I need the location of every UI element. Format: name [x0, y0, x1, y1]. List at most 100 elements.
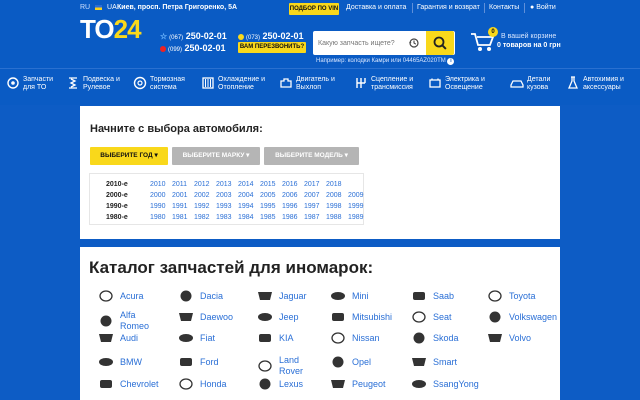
brand-seat[interactable]: Seat — [410, 310, 452, 324]
brand-jaguar[interactable]: Jaguar — [256, 289, 307, 303]
year-option[interactable]: 1982 — [194, 214, 210, 221]
brand-volkswagen[interactable]: Volkswagen — [486, 310, 557, 324]
ssangyong-logo-icon — [412, 380, 426, 388]
brand-jeep[interactable]: Jeep — [256, 310, 299, 324]
year-option[interactable]: 2013 — [216, 181, 232, 188]
year-option[interactable]: 1993 — [216, 203, 232, 210]
year-option[interactable]: 1983 — [216, 214, 232, 221]
brand-saab[interactable]: Saab — [410, 289, 454, 303]
brand-name: Opel — [352, 356, 372, 367]
brand-alfa-romeo[interactable]: Alfa Romeo — [97, 310, 149, 332]
year-option[interactable]: 1996 — [282, 203, 298, 210]
year-option[interactable]: 2004 — [238, 192, 254, 199]
site-logo[interactable]: TO24 — [80, 16, 142, 42]
year-option[interactable]: 2011 — [172, 181, 187, 188]
year-option[interactable]: 2012 — [194, 181, 210, 188]
brand-nissan[interactable]: Nissan — [329, 331, 380, 345]
brand-smart[interactable]: Smart — [410, 355, 457, 369]
brand-peugeot[interactable]: Peugeot — [329, 377, 386, 391]
year-option[interactable]: 1985 — [260, 214, 276, 221]
year-option[interactable]: 1988 — [326, 214, 342, 221]
phone-vodafone[interactable]: (099) 250-02-01 — [160, 43, 226, 53]
brand-mini[interactable]: Mini — [329, 289, 369, 303]
year-option[interactable]: 2005 — [260, 192, 276, 199]
brake-disc-icon — [133, 76, 147, 90]
brand-opel[interactable]: Opel — [329, 355, 371, 369]
brand-volvo[interactable]: Volvo — [486, 331, 531, 345]
year-option[interactable]: 1984 — [238, 214, 254, 221]
nav-item-cooling[interactable]: Охлаждение и Отопление — [201, 76, 265, 92]
year-option[interactable]: 2015 — [260, 181, 276, 188]
nav-item-engine[interactable]: Двигатель и Выхлоп — [279, 76, 335, 92]
cart-summary[interactable]: 0 товаров на 0 грн — [497, 42, 561, 49]
year-option[interactable]: 1995 — [260, 203, 276, 210]
year-option[interactable]: 2017 — [304, 181, 320, 188]
year-option[interactable]: 1989 — [348, 214, 364, 221]
year-option[interactable]: 2009 — [348, 192, 364, 199]
brand-honda[interactable]: Honda — [177, 377, 227, 391]
brand-mitsubishi[interactable]: Mitsubishi — [329, 310, 392, 324]
year-option[interactable]: 2003 — [216, 192, 232, 199]
nav-item-brakes[interactable]: Тормозная система — [133, 76, 185, 92]
transmission-icon — [356, 78, 366, 88]
year-option[interactable]: 1986 — [282, 214, 298, 221]
year-option[interactable]: 2014 — [238, 181, 254, 188]
nav-item-suspension[interactable]: Подвеска и Рулевое — [66, 76, 120, 92]
brand-chevrolet[interactable]: Chevrolet — [97, 377, 159, 391]
year-option[interactable]: 2007 — [304, 192, 320, 199]
lang-ru[interactable]: RU — [80, 4, 90, 11]
year-option[interactable]: 1991 — [172, 203, 188, 210]
lang-ua[interactable]: UA — [107, 4, 117, 11]
phone-lifecell[interactable]: (073) 250-02-01 — [238, 31, 304, 41]
year-option[interactable]: 1998 — [326, 203, 342, 210]
brand-ssangyong[interactable]: SsangYong — [410, 377, 479, 391]
brand-toyota[interactable]: Toyota — [486, 289, 536, 303]
brand-fiat[interactable]: Fiat — [177, 331, 215, 345]
year-option[interactable]: 2016 — [282, 181, 298, 188]
callback-button[interactable]: ВАМ ПЕРЕЗВОНИТЬ? — [238, 42, 306, 53]
brand-ford[interactable]: Ford — [177, 355, 219, 369]
year-option[interactable]: 1980 — [150, 214, 166, 221]
nav-item-chemistry[interactable]: Автохимия и аксессуары — [566, 76, 624, 92]
nav-item-body[interactable]: Детали кузова — [510, 76, 550, 92]
year-option[interactable]: 1994 — [238, 203, 254, 210]
history-icon[interactable] — [408, 37, 420, 49]
year-option[interactable]: 2006 — [282, 192, 298, 199]
year-option[interactable]: 1997 — [304, 203, 320, 210]
brand-dacia[interactable]: Dacia — [177, 289, 223, 303]
phone-kyivstar[interactable]: ☆ (067) 250-02-01 — [160, 31, 227, 41]
nav-item-service[interactable]: Запчасти для ТО — [6, 76, 53, 92]
nav-item-electrics[interactable]: Электрика и Освещение — [428, 76, 485, 92]
select-model-button[interactable]: ВЫБЕРИТЕ МОДЕЛЬ ▾ — [264, 147, 359, 165]
year-option[interactable]: 1999 — [348, 203, 364, 210]
select-brand-button[interactable]: ВЫБЕРИТЕ МАРКУ ▾ — [172, 147, 260, 165]
brand-audi[interactable]: Audi — [97, 331, 138, 345]
year-option[interactable]: 1992 — [194, 203, 210, 210]
year-option[interactable]: 2008 — [326, 192, 342, 199]
brand-land-rover[interactable]: Land Rover — [256, 355, 303, 377]
search-button[interactable] — [426, 31, 454, 55]
year-option[interactable]: 1981 — [172, 214, 188, 221]
year-option[interactable]: 2018 — [326, 181, 342, 188]
brand-daewoo[interactable]: Daewoo — [177, 310, 233, 324]
login-link[interactable]: ● Войти — [530, 4, 556, 11]
year-option[interactable]: 1987 — [304, 214, 320, 221]
brand-kia[interactable]: KIA — [256, 331, 294, 345]
nav-item-transmission[interactable]: Сцепление и трансмиссия — [354, 76, 413, 92]
info-icon[interactable]: i — [447, 58, 455, 65]
brand-bmw[interactable]: BMW — [97, 355, 142, 369]
year-option[interactable]: 2010 — [150, 181, 166, 188]
kia-logo-icon — [259, 334, 271, 342]
contacts-link[interactable]: Контакты — [489, 4, 519, 11]
warranty-link[interactable]: Гарантия и возврат — [417, 4, 480, 11]
vin-search-button[interactable]: ПОДБОР ПО VIN — [289, 3, 339, 15]
delivery-link[interactable]: Доставка и оплата — [346, 4, 406, 11]
year-option[interactable]: 2002 — [194, 192, 210, 199]
select-year-button[interactable]: ВЫБЕРИТЕ ГОД ▾ — [90, 147, 168, 165]
year-option[interactable]: 2001 — [172, 192, 188, 199]
brand-lexus[interactable]: Lexus — [256, 377, 303, 391]
year-option[interactable]: 1990 — [150, 203, 166, 210]
year-option[interactable]: 2000 — [150, 192, 166, 199]
brand-skoda[interactable]: Skoda — [410, 331, 459, 345]
brand-acura[interactable]: Acura — [97, 289, 144, 303]
